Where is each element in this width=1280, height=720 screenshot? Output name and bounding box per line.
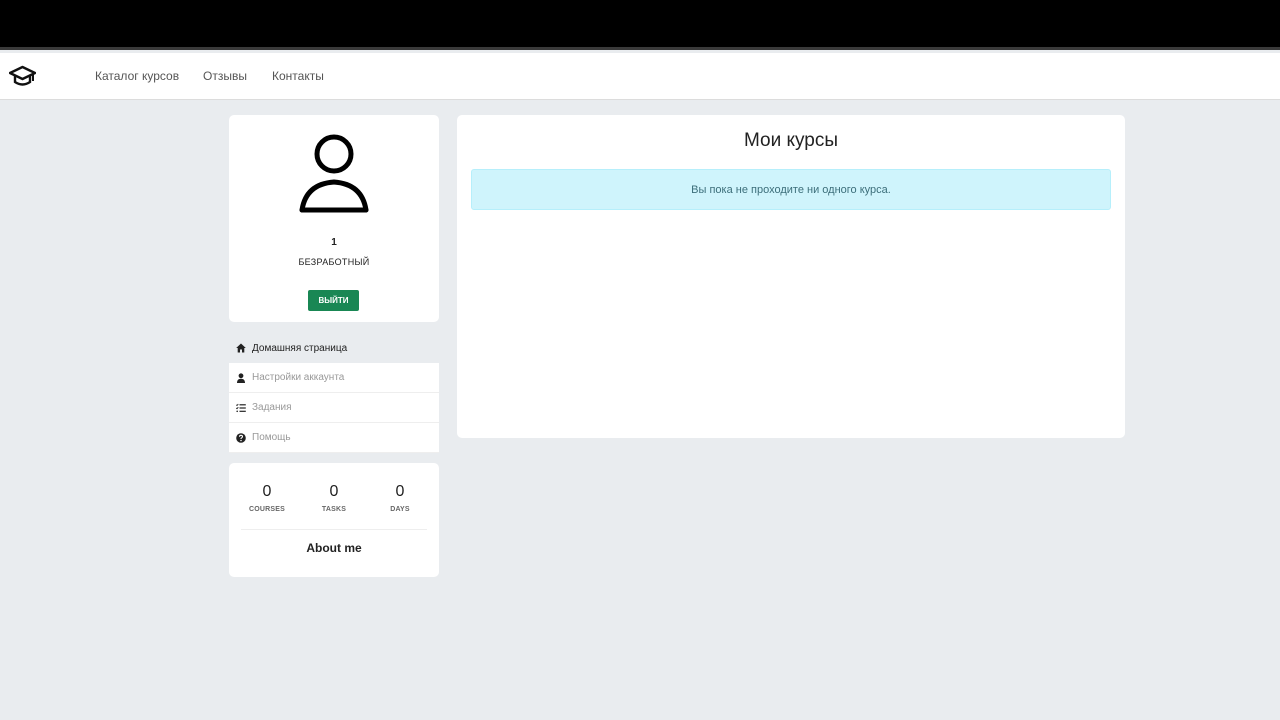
nav-link-contacts[interactable]: Контакты xyxy=(272,69,324,83)
sidebar-item-label: Помощь xyxy=(252,432,291,443)
divider xyxy=(241,529,427,530)
graduation-cap-icon[interactable] xyxy=(8,65,37,89)
sidebar-item-label: Домашняя страница xyxy=(252,342,348,354)
my-courses-panel: Мои курсы Вы пока не проходите ни одного… xyxy=(457,115,1125,438)
sidebar-item-label: Настройки аккаунта xyxy=(252,372,345,383)
stat-days-label: DAYS xyxy=(390,506,410,513)
page-title: Мои курсы xyxy=(743,130,839,151)
help-icon xyxy=(236,432,246,443)
stat-courses-label: COURSES xyxy=(248,506,286,513)
stat-days-value: 0 xyxy=(395,483,405,500)
sidebar-item-tasks[interactable]: Задания xyxy=(229,393,439,423)
user-id: 1 xyxy=(331,237,337,248)
sidebar-item-label: Задания xyxy=(252,402,292,413)
user-status: БЕЗРАБОТНЫЙ xyxy=(298,257,370,267)
stat-days: 0 DAYS xyxy=(370,483,430,513)
browser-top-strip xyxy=(0,0,1280,50)
stat-courses: 0 COURSES xyxy=(237,483,297,513)
stats-card: 0 COURSES 0 TASKS 0 DAYS About me xyxy=(229,463,439,577)
stat-tasks-value: 0 xyxy=(329,483,339,500)
user-avatar-icon xyxy=(298,132,370,216)
sidebar-item-home[interactable]: Домашняя страница xyxy=(229,333,439,363)
sidebar-item-help[interactable]: Помощь xyxy=(229,423,439,453)
logout-button[interactable]: ВЫЙТИ xyxy=(308,290,359,311)
stat-tasks: 0 TASKS xyxy=(304,483,364,513)
home-icon xyxy=(236,343,246,353)
nav-link-catalog[interactable]: Каталог курсов xyxy=(95,69,179,83)
about-me-heading: About me xyxy=(306,541,362,555)
sidebar-item-account-settings[interactable]: Настройки аккаунта xyxy=(229,363,439,393)
info-alert: Вы пока не проходите ни одного курса. xyxy=(471,169,1111,210)
top-navbar: Каталог курсов Отзывы Контакты xyxy=(0,53,1280,100)
stat-tasks-label: TASKS xyxy=(321,506,347,513)
nav-link-reviews[interactable]: Отзывы xyxy=(203,69,247,83)
user-icon xyxy=(236,372,246,383)
sidebar-menu: Домашняя страница Настройки аккаунта Зад… xyxy=(229,333,439,453)
stat-courses-value: 0 xyxy=(262,483,272,500)
task-list-icon xyxy=(235,403,246,413)
